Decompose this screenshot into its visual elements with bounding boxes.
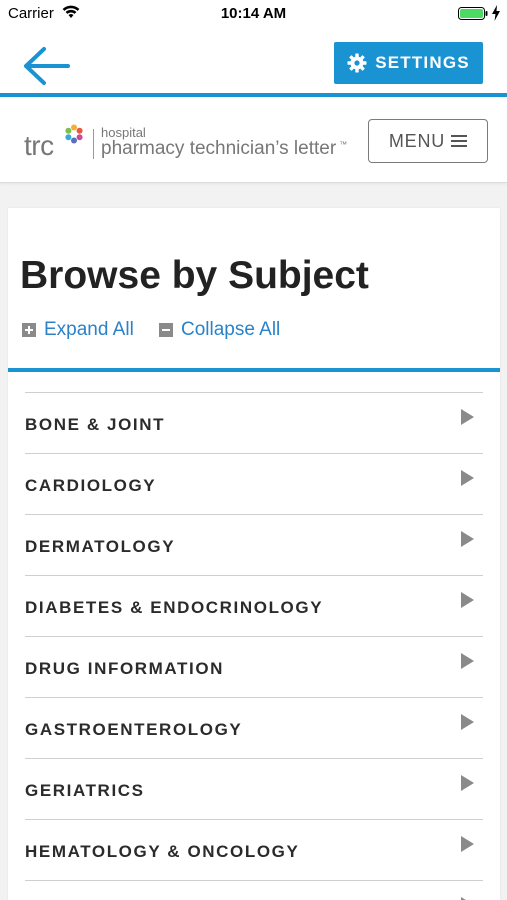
- subject-label: GERIATRICS: [25, 781, 145, 800]
- triangle-right-icon: [461, 775, 474, 791]
- triangle-right-icon: [461, 409, 474, 425]
- triangle-right-icon: [461, 836, 474, 852]
- page-title: Browse by Subject: [20, 254, 369, 297]
- triangle-right-icon: [461, 653, 474, 669]
- triangle-right-icon: [461, 714, 474, 730]
- logo-title-text: pharmacy technician’s letter: [101, 138, 337, 159]
- subject-row-gastroenterology[interactable]: GASTROENTEROLOGY: [25, 698, 483, 759]
- flower-logo-icon: [65, 124, 83, 144]
- subject-list: BONE & JOINT CARDIOLOGY DERMATOLOGY DIAB…: [25, 392, 483, 900]
- collapse-all-label: Collapse All: [181, 319, 281, 340]
- menu-button[interactable]: MENU: [368, 119, 488, 163]
- subject-row-dermatology[interactable]: DERMATOLOGY: [25, 515, 483, 576]
- arrow-left-icon[interactable]: [22, 46, 72, 86]
- subject-row-diabetes-endocrinology[interactable]: DIABETES & ENDOCRINOLOGY: [25, 576, 483, 637]
- logo-trc-text: trc: [24, 130, 54, 161]
- subject-row-partial[interactable]: [25, 881, 483, 900]
- subject-row-drug-information[interactable]: DRUG INFORMATION: [25, 637, 483, 698]
- charging-icon: [492, 5, 500, 21]
- subject-label: DIABETES & ENDOCRINOLOGY: [25, 598, 324, 617]
- triangle-right-icon: [461, 592, 474, 608]
- subject-label: CARDIOLOGY: [25, 476, 157, 495]
- triangle-right-icon: [461, 531, 474, 547]
- expand-all-label: Expand All: [44, 319, 134, 340]
- plus-square-icon: [22, 323, 36, 337]
- subject-label: DERMATOLOGY: [25, 537, 176, 556]
- section-divider: [8, 368, 500, 372]
- expand-all-link[interactable]: Expand All: [22, 319, 134, 341]
- settings-button[interactable]: SETTINGS: [334, 42, 483, 84]
- menu-label: MENU: [388, 130, 446, 151]
- status-bar: Carrier 10:14 AM: [0, 0, 507, 28]
- logo-title: pharmacy technician’s letter ™: [101, 138, 347, 160]
- minus-square-icon: [159, 323, 173, 337]
- collapse-all-link[interactable]: Collapse All: [159, 319, 280, 341]
- subject-row-geriatrics[interactable]: GERIATRICS: [25, 759, 483, 820]
- subject-row-bone-joint[interactable]: BONE & JOINT: [25, 393, 483, 454]
- browse-card: Browse by Subject Expand All Collapse Al…: [8, 208, 500, 900]
- subject-row-cardiology[interactable]: CARDIOLOGY: [25, 454, 483, 515]
- clock: 10:14 AM: [220, 5, 287, 22]
- battery-icon: [458, 7, 488, 20]
- gear-icon: [347, 53, 367, 73]
- site-header: trc hospital pharmacy technician’s lette…: [0, 97, 507, 183]
- logo-divider: [93, 129, 94, 159]
- subject-label: BONE & JOINT: [25, 415, 166, 434]
- settings-label: SETTINGS: [375, 53, 470, 72]
- hamburger-icon: [451, 135, 468, 147]
- subject-label: DRUG INFORMATION: [25, 659, 225, 678]
- subject-label: HEMATOLOGY & ONCOLOGY: [25, 842, 300, 861]
- app-bar: SETTINGS: [0, 28, 507, 94]
- subject-row-hematology-oncology[interactable]: HEMATOLOGY & ONCOLOGY: [25, 820, 483, 881]
- trademark-mark: ™: [339, 139, 348, 149]
- triangle-right-icon: [461, 470, 474, 486]
- subject-label: GASTROENTEROLOGY: [25, 720, 243, 739]
